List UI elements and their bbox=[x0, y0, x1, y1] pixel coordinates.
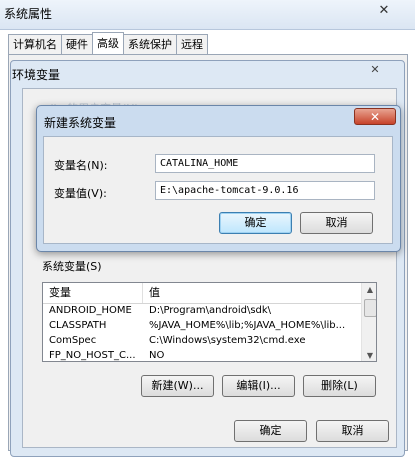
ok-button[interactable]: 确定 bbox=[234, 420, 307, 442]
row-variable: ComSpec bbox=[49, 335, 97, 346]
new-var-button[interactable]: 新建(W)... bbox=[141, 375, 214, 397]
new-var-dialog-close-button[interactable]: ✕ bbox=[354, 108, 396, 125]
system-vars-table[interactable]: 变量 值 ANDROID_HOME D:\Program\android\sdk… bbox=[42, 282, 377, 362]
env-dialog-title: 环境变量 bbox=[12, 68, 61, 82]
delete-var-button[interactable]: 删除(L) bbox=[303, 375, 376, 397]
cancel-button[interactable]: 取消 bbox=[316, 420, 389, 442]
row-value: D:\Program\android\sdk\ bbox=[149, 305, 272, 316]
tab-advanced[interactable]: 高级 bbox=[92, 32, 124, 55]
row-value: NO bbox=[149, 350, 165, 361]
scroll-down-icon[interactable]: ▼ bbox=[362, 349, 376, 361]
row-variable: CLASSPATH bbox=[49, 320, 107, 331]
var-name-input[interactable]: CATALINA_HOME bbox=[155, 154, 375, 173]
env-dialog-close-button[interactable]: ✕ bbox=[355, 63, 395, 77]
var-value-input[interactable]: E:\apache-tomcat-9.0.16 bbox=[155, 181, 375, 200]
edit-var-button[interactable]: 编辑(I)... bbox=[222, 375, 295, 397]
tab-system-protection[interactable]: 系统保护 bbox=[123, 34, 177, 55]
tab-hardware[interactable]: 硬件 bbox=[61, 34, 93, 55]
new-var-dialog-title: 新建系统变量 bbox=[44, 116, 117, 130]
window-titlebar: 系统属性 ✕ bbox=[0, 0, 415, 30]
table-row[interactable]: ComSpec C:\Windows\system32\cmd.exe bbox=[43, 335, 361, 350]
new-var-cancel-button[interactable]: 取消 bbox=[300, 212, 373, 234]
row-value: %JAVA_HOME%\lib;%JAVA_HOME%\lib... bbox=[149, 320, 346, 331]
table-header: 变量 值 bbox=[43, 283, 361, 304]
new-var-ok-button[interactable]: 确定 bbox=[219, 212, 292, 234]
var-value-label: 变量值(V): bbox=[54, 187, 107, 200]
row-value: C:\Windows\system32\cmd.exe bbox=[149, 335, 306, 346]
row-variable: ANDROID_HOME bbox=[49, 305, 132, 316]
tab-remote[interactable]: 远程 bbox=[176, 34, 208, 55]
table-row[interactable]: CLASSPATH %JAVA_HOME%\lib;%JAVA_HOME%\li… bbox=[43, 320, 361, 335]
window-title: 系统属性 bbox=[4, 7, 53, 21]
column-header-variable[interactable]: 变量 bbox=[43, 283, 143, 303]
system-vars-label: 系统变量(S) bbox=[42, 260, 102, 273]
column-header-value[interactable]: 值 bbox=[143, 283, 361, 303]
row-variable: FP_NO_HOST_C... bbox=[49, 350, 136, 361]
table-row[interactable]: FP_NO_HOST_C... NO bbox=[43, 350, 361, 361]
tab-computer-name[interactable]: 计算机名 bbox=[8, 34, 62, 55]
tab-bar: 计算机名 硬件 高级 系统保护 远程 bbox=[8, 32, 208, 55]
table-scrollbar[interactable]: ▲ ▼ bbox=[361, 283, 376, 361]
var-name-label: 变量名(N): bbox=[54, 159, 108, 172]
window-close-button[interactable]: ✕ bbox=[360, 0, 408, 20]
scroll-thumb[interactable] bbox=[364, 299, 376, 317]
table-row[interactable]: ANDROID_HOME D:\Program\android\sdk\ bbox=[43, 305, 361, 320]
scroll-up-icon[interactable]: ▲ bbox=[362, 283, 376, 297]
